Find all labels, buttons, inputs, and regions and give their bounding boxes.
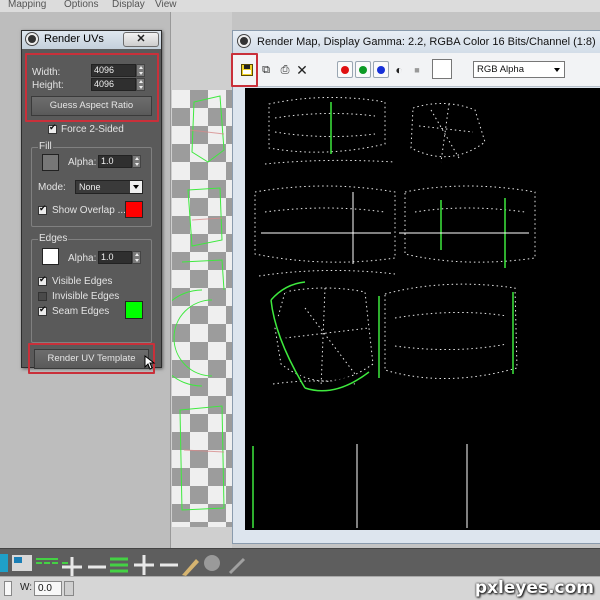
- invisible-edges-checkbox[interactable]: [38, 292, 47, 301]
- seam-edges-label: Seam Edges: [52, 306, 110, 317]
- dialog-title: Render UVs: [44, 33, 104, 45]
- w-label: W:: [20, 582, 33, 593]
- render-map-toolbar: ⧉ ⎙ ✕ ◐ ■ RGB Alpha: [231, 53, 600, 87]
- tool-move-icon[interactable]: [0, 554, 8, 572]
- red-channel-icon: [341, 66, 349, 74]
- edges-alpha-input[interactable]: 1.0: [98, 251, 132, 264]
- menu-view[interactable]: View: [155, 0, 177, 10]
- red-channel-button[interactable]: [337, 61, 353, 78]
- save-highlight-box: [231, 53, 258, 87]
- chevron-down-icon: [130, 181, 142, 193]
- render-uvs-dialog: Render UVs ✕ Width: 4096 Height: 4096 Gu…: [21, 30, 162, 374]
- color-swatch[interactable]: [432, 59, 452, 79]
- menu-display[interactable]: Display: [112, 0, 145, 10]
- show-overlap-label: Show Overlap ...: [52, 205, 126, 216]
- clear-icon[interactable]: ✕: [295, 63, 309, 77]
- green-channel-button[interactable]: [355, 61, 371, 78]
- tool-sphere-icon[interactable]: [204, 555, 220, 571]
- menu-options[interactable]: Options: [64, 0, 98, 10]
- visible-edges-checkbox[interactable]: [38, 275, 47, 286]
- green-channel-icon: [359, 66, 367, 74]
- seam-color-swatch[interactable]: [125, 301, 143, 319]
- size-highlight-box: [25, 53, 159, 122]
- watermark: pxleyes.com: [474, 578, 594, 598]
- menu-mapping[interactable]: Mapping: [8, 0, 46, 10]
- fill-color-swatch[interactable]: [42, 154, 59, 171]
- overlap-color-swatch[interactable]: [125, 201, 143, 218]
- app-logo-icon: [238, 35, 250, 47]
- fill-alpha-spinner[interactable]: [132, 155, 141, 168]
- render-map-window: Render Map, Display Gamma: 2.2, RGBA Col…: [231, 30, 600, 544]
- status-bar: W: 0.0 pxleyes.com: [0, 576, 600, 600]
- visible-edges-label: Visible Edges: [52, 276, 113, 287]
- menu-bar: Mapping Options Display View: [0, 0, 600, 12]
- status-field-left[interactable]: [4, 581, 12, 596]
- invisible-edges-label: Invisible Edges: [52, 291, 120, 302]
- tool-grow-loop-icon[interactable]: [134, 555, 154, 575]
- render-map-titlebar[interactable]: Render Map, Display Gamma: 2.2, RGBA Col…: [233, 31, 600, 53]
- render-button-highlight-box: [28, 343, 155, 374]
- tool-loop-icon[interactable]: [110, 557, 128, 573]
- force-two-sided-label: Force 2-Sided: [61, 124, 124, 135]
- tool-grow-icon[interactable]: [62, 557, 82, 577]
- fill-alpha-label: Alpha:: [68, 157, 97, 168]
- edges-alpha-spinner[interactable]: [132, 251, 141, 264]
- app-logo-icon: [26, 33, 38, 45]
- seam-edges-checkbox[interactable]: [38, 305, 47, 316]
- mode-label: Mode:: [38, 182, 66, 193]
- channel-select-value: RGB Alpha: [477, 64, 524, 75]
- print-icon[interactable]: ⎙: [278, 63, 292, 77]
- mouse-cursor-icon: [144, 355, 156, 370]
- monochrome-icon[interactable]: ■: [410, 63, 424, 77]
- show-overlap-checkbox[interactable]: [38, 204, 47, 215]
- mode-value: None: [79, 182, 101, 192]
- chevron-down-icon: [551, 63, 563, 76]
- close-button[interactable]: ✕: [123, 32, 159, 47]
- channel-select[interactable]: RGB Alpha: [473, 61, 565, 78]
- render-map-title: Render Map, Display Gamma: 2.2, RGBA Col…: [257, 36, 596, 48]
- alpha-channel-icon[interactable]: ◐: [392, 63, 406, 77]
- blue-channel-icon: [377, 66, 385, 74]
- background-uv-wireframe: [172, 95, 225, 511]
- tool-select-edges-icon[interactable]: [36, 558, 58, 564]
- w-spinner[interactable]: [64, 581, 74, 596]
- edge-color-swatch[interactable]: [42, 248, 59, 265]
- edges-alpha-label: Alpha:: [68, 253, 97, 264]
- w-field[interactable]: 0.0: [34, 581, 62, 596]
- fill-group-title: Fill: [38, 141, 53, 152]
- mode-dropdown[interactable]: None: [75, 180, 143, 194]
- tool-pin-icon[interactable]: [228, 557, 246, 575]
- bottom-toolbar: [0, 548, 600, 577]
- force-two-sided-checkbox[interactable]: [48, 123, 57, 134]
- uv-template-render: [252, 96, 536, 528]
- uv-template-canvas[interactable]: [245, 88, 600, 530]
- blue-channel-button[interactable]: [373, 61, 389, 78]
- fill-alpha-input[interactable]: 1.0: [98, 155, 132, 168]
- edges-group-title: Edges: [38, 233, 69, 244]
- copy-image-icon[interactable]: ⧉: [259, 63, 273, 77]
- render-uvs-titlebar[interactable]: Render UVs ✕: [22, 31, 161, 49]
- tool-brush-icon[interactable]: [182, 559, 199, 576]
